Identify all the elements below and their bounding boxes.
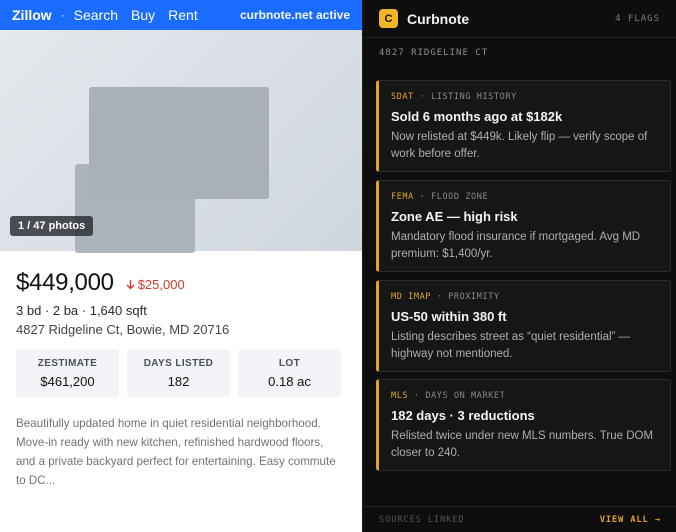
card-source: MLS: [391, 391, 409, 401]
sources-linked-label: SOURCES LINKED: [379, 514, 465, 525]
nav-rent[interactable]: Rent: [168, 7, 198, 23]
listing-description: Beautifully updated home in quiet reside…: [16, 417, 336, 487]
nav-search[interactable]: Search: [74, 7, 118, 23]
curbnote-panel: C Curbnote 4 FLAGS 4827 RIDGELINE CT SDA…: [362, 0, 676, 532]
card-meta: SDAT · LISTING HISTORY: [391, 92, 658, 102]
card-source: FEMA: [391, 192, 414, 202]
meta-separator: ·: [419, 92, 426, 102]
extension-status: curbnote.net active: [239, 8, 350, 22]
stat-value: 0.18 ac: [268, 374, 311, 389]
panel-header: C Curbnote 4 FLAGS: [363, 0, 676, 38]
card-body: Relisted twice under new MLS numbers. Tr…: [391, 430, 654, 459]
card-title: Sold 6 months ago at $182k: [391, 109, 563, 124]
card-body: Mandatory flood insurance if mortgaged. …: [391, 231, 641, 260]
view-all-link[interactable]: VIEW ALL →: [600, 515, 661, 525]
card-category: FLOOD ZONE: [431, 192, 489, 202]
panel-title: Curbnote: [407, 10, 470, 27]
listing-address: 4827 Ridgeline Ct, Bowie, MD 20716: [16, 322, 230, 337]
meta-separator: ·: [413, 391, 420, 401]
card-title: Zone AE — high risk: [391, 209, 518, 224]
flag-card-days-on-market[interactable]: MLS · DAYS ON MARKET 182 days · 3 reduct…: [376, 379, 671, 471]
stat-days-listed: DAYS LISTED 182: [127, 349, 230, 397]
panel-footer: SOURCES LINKED VIEW ALL →: [363, 506, 676, 532]
card-source: MD IMAP: [391, 292, 432, 302]
zillow-top-bar: Zillow · Search Buy Rent curbnote.net ac…: [0, 0, 362, 30]
flag-count: 4 FLAGS: [615, 13, 660, 24]
stat-lot: LOT 0.18 ac: [238, 349, 341, 397]
card-meta: MD IMAP · PROXIMITY: [391, 292, 658, 302]
listing-photo[interactable]: 1 / 47 photos: [0, 30, 362, 253]
price-drop: $25,000: [126, 277, 185, 292]
card-body: Listing describes street as “quiet resid…: [391, 331, 631, 360]
flag-card-flood-zone[interactable]: FEMA · FLOOD ZONE Zone AE — high risk Ma…: [376, 180, 671, 272]
stats-row: ZESTIMATE $461,200 DAYS LISTED 182 LOT 0…: [16, 349, 341, 397]
price-row: $449,000 $25,000: [16, 269, 185, 297]
stat-value: $461,200: [40, 374, 95, 389]
listing-facts: 3 bd · 2 ba · 1,640 sqft: [16, 303, 147, 318]
flag-card-proximity[interactable]: MD IMAP · PROXIMITY US-50 within 380 ft …: [376, 280, 671, 372]
stat-label: DAYS LISTED: [143, 358, 214, 369]
nav-separator: ·: [60, 8, 65, 22]
card-title: 182 days · 3 reductions: [391, 408, 535, 423]
meta-separator: ·: [419, 192, 426, 202]
zillow-logo[interactable]: Zillow: [12, 7, 52, 23]
price-drop-amount: $25,000: [137, 277, 185, 292]
card-category: DAYS ON MARKET: [425, 391, 506, 401]
photo-counter[interactable]: 1 / 47 photos: [10, 216, 94, 236]
flag-card-listing-history[interactable]: SDAT · LISTING HISTORY Sold 6 months ago…: [376, 80, 671, 172]
card-title: US-50 within 380 ft: [391, 309, 507, 324]
curbnote-logo-icon: C: [379, 9, 398, 28]
card-body: Now relisted at $449k. Likely flip — ver…: [391, 131, 648, 160]
card-meta: MLS · DAYS ON MARKET: [391, 391, 658, 401]
card-category: LISTING HISTORY: [431, 92, 517, 102]
stat-label: LOT: [278, 358, 301, 369]
card-meta: FEMA · FLOOD ZONE: [391, 192, 658, 202]
listing-price: $449,000: [16, 269, 114, 296]
stat-zestimate: ZESTIMATE $461,200: [16, 349, 119, 397]
card-source: SDAT: [391, 92, 414, 102]
card-category: PROXIMITY: [448, 292, 500, 302]
panel-address: 4827 RIDGELINE CT: [379, 48, 489, 58]
stat-label: ZESTIMATE: [37, 358, 98, 369]
zillow-listing-pane: Zillow · Search Buy Rent curbnote.net ac…: [0, 0, 362, 532]
meta-separator: ·: [436, 292, 443, 302]
photo-placeholder-secondary: [75, 164, 195, 253]
arrow-down-icon: [126, 280, 135, 290]
nav-buy[interactable]: Buy: [131, 7, 155, 23]
stat-value: 182: [167, 374, 190, 389]
